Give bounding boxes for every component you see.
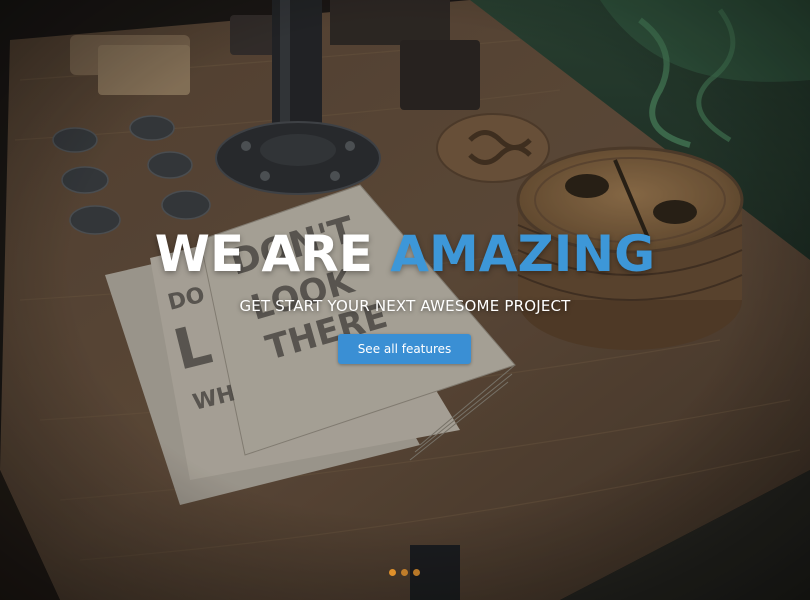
slider-dot-2[interactable] — [401, 569, 408, 576]
headline-word-accent: AMAZING — [390, 225, 656, 283]
slider-dot-1[interactable] — [389, 569, 396, 576]
slider-dot-3[interactable] — [413, 569, 420, 576]
see-all-features-button[interactable]: See all features — [338, 334, 471, 364]
slider-pagination — [389, 569, 420, 577]
hero-headline: WE ARE AMAZING — [0, 222, 810, 286]
hero-slide: DON'T LOOK THERE DO L WH WE ARE AMAZING … — [0, 0, 810, 600]
headline-word-primary: WE ARE — [154, 225, 373, 283]
hero-subheadline: GET START YOUR NEXT AWESOME PROJECT — [239, 297, 571, 315]
